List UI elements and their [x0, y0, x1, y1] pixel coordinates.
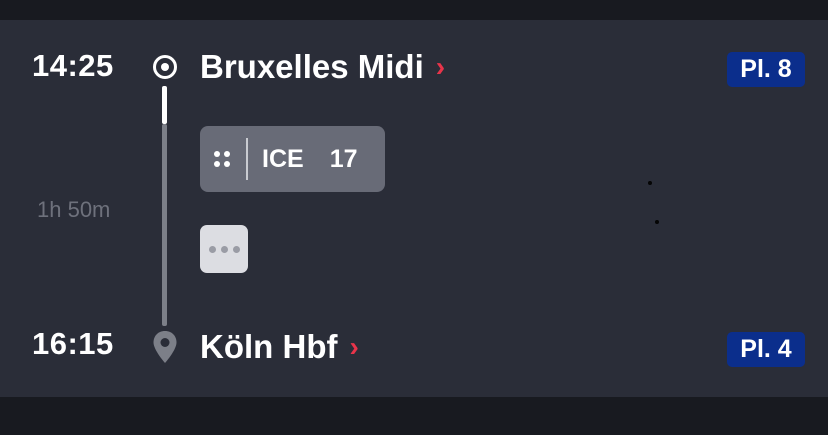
arrival-station-name: Köln Hbf [200, 328, 338, 365]
location-pin-icon [153, 331, 177, 363]
journey-duration: 1h 50m [37, 197, 111, 222]
departure-platform-badge: Pl. 8 [727, 52, 805, 87]
speck [655, 220, 659, 224]
more-stops-button[interactable] [200, 225, 248, 273]
train-badge[interactable]: ICE 17 [200, 126, 385, 192]
arrival-time: 16:15 [32, 326, 114, 361]
train-type: ICE [262, 144, 304, 173]
train-badge-divider [246, 138, 248, 180]
origin-target-icon [153, 55, 177, 79]
more-horizontal-icon-dot [220, 245, 228, 253]
departure-station-name: Bruxelles Midi [200, 48, 424, 85]
more-horizontal-icon [208, 245, 216, 253]
arrival-station-link[interactable]: Köln Hbf › [200, 328, 359, 366]
route-line-completed [162, 86, 167, 124]
arrival-platform-badge: Pl. 4 [727, 332, 805, 367]
departure-time: 14:25 [32, 48, 114, 83]
bottom-bar [0, 397, 828, 435]
train-icon [214, 149, 234, 169]
route-line [162, 124, 167, 326]
chevron-right-icon: › [435, 51, 446, 82]
speck [648, 181, 652, 185]
more-horizontal-icon-dot [232, 245, 240, 253]
train-number: 17 [329, 144, 358, 173]
top-bar [0, 0, 828, 20]
departure-station-link[interactable]: Bruxelles Midi › [200, 48, 445, 86]
chevron-right-icon: › [349, 331, 359, 362]
